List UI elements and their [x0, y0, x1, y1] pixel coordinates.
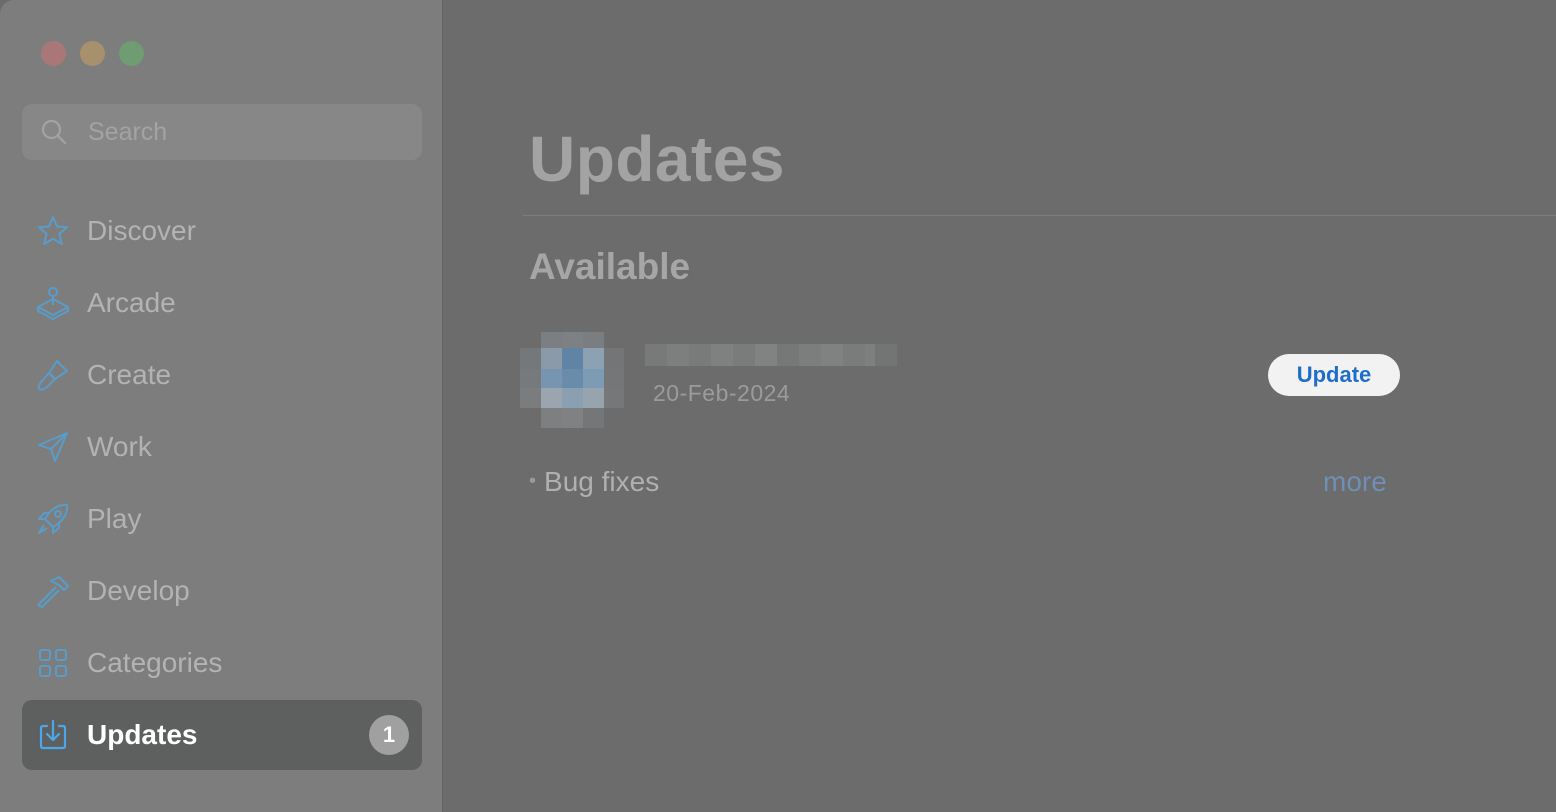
star-icon	[35, 213, 71, 249]
title-divider	[523, 215, 1556, 216]
app-store-window: Search Discover Arcade Create Work Play …	[0, 0, 1556, 812]
minimize-button[interactable]	[80, 41, 105, 66]
sidebar-item-create[interactable]: Create	[22, 340, 422, 410]
sidebar-item-work[interactable]: Work	[22, 412, 422, 482]
sidebar-item-label: Create	[87, 359, 172, 390]
sidebar-item-label: Work	[87, 431, 152, 462]
sidebar-item-label: Discover	[87, 215, 196, 246]
zoom-button[interactable]	[119, 41, 144, 66]
sidebar-nav: Discover Arcade Create Work Play Develop…	[22, 196, 422, 772]
joystick-icon	[35, 285, 71, 321]
sidebar-item-label: Updates	[87, 719, 198, 750]
hammer-icon	[35, 573, 71, 609]
sidebar: Search Discover Arcade Create Work Play …	[0, 0, 443, 812]
sidebar-item-label: Categories	[87, 647, 223, 678]
app-name-redacted	[645, 344, 897, 366]
search-icon	[40, 118, 68, 146]
bullet-icon: •	[529, 470, 537, 492]
page-title: Updates	[529, 123, 785, 195]
update-date: 20-Feb-2024	[653, 380, 791, 406]
download-icon	[35, 717, 71, 753]
sidebar-item-label: Play	[87, 503, 142, 534]
section-title-available: Available	[529, 246, 691, 287]
paper-plane-icon	[35, 429, 71, 465]
release-notes-text: Bug fixes	[544, 466, 660, 497]
sidebar-item-arcade[interactable]: Arcade	[22, 268, 422, 338]
update-button[interactable]: Update	[1268, 354, 1400, 396]
close-button[interactable]	[41, 41, 66, 66]
sidebar-item-label: Arcade	[87, 287, 176, 318]
sidebar-item-label: Develop	[87, 575, 190, 606]
more-link[interactable]: more	[1323, 466, 1387, 498]
traffic-lights	[41, 41, 144, 66]
app-icon-pixelated[interactable]	[520, 332, 624, 428]
sidebar-item-develop[interactable]: Develop	[22, 556, 422, 626]
paintbrush-icon	[35, 357, 71, 393]
release-notes: • Bug fixes	[529, 466, 659, 498]
search-placeholder: Search	[88, 117, 168, 146]
update-row: 20-Feb-2024 Update	[520, 330, 1400, 430]
updates-count-badge: 1	[369, 715, 409, 755]
grid-icon	[35, 645, 71, 681]
search-field[interactable]: Search	[22, 104, 422, 160]
sidebar-item-updates[interactable]: Updates 1	[22, 700, 422, 770]
sidebar-item-categories[interactable]: Categories	[22, 628, 422, 698]
rocket-icon	[35, 501, 71, 537]
sidebar-item-discover[interactable]: Discover	[22, 196, 422, 266]
sidebar-item-play[interactable]: Play	[22, 484, 422, 554]
main-content: Updates Available 20-Feb-2024 Update • B…	[443, 0, 1556, 812]
